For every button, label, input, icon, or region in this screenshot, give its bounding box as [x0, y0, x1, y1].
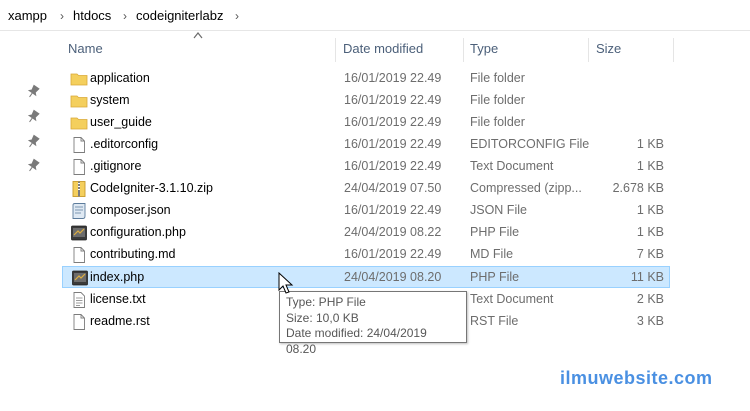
- breadcrumb-separator[interactable]: ›: [123, 9, 127, 23]
- file-date: 16/01/2019 22.49: [344, 247, 442, 261]
- breadcrumb-item-htdocs[interactable]: htdocs: [73, 8, 111, 23]
- file-type: Text Document: [470, 292, 554, 306]
- file-name: CodeIgniter-3.1.10.zip: [90, 181, 213, 195]
- file-date: 16/01/2019 22.49: [344, 137, 442, 151]
- file-name: .editorconfig: [90, 137, 159, 151]
- file-name: .gitignore: [90, 159, 142, 173]
- file-row[interactable]: .gitignore 16/01/2019 22.49 Text Documen…: [62, 156, 670, 178]
- php-icon: [72, 270, 88, 286]
- column-divider[interactable]: [463, 38, 464, 62]
- file-row[interactable]: composer.json 16/01/2019 22.49 JSON File…: [62, 200, 670, 222]
- file-date: 24/04/2019 08.20: [344, 270, 442, 284]
- file-type: File folder: [470, 93, 525, 107]
- watermark: ilmuwebsite.com: [560, 368, 713, 388]
- tooltip-date: Date modified: 24/04/2019 08.20: [286, 326, 427, 356]
- file-name: system: [90, 93, 130, 107]
- mouse-cursor-icon: [278, 272, 294, 294]
- pin-icon[interactable]: [24, 83, 42, 101]
- breadcrumb: xampp › htdocs › codeigniterlabz ›: [0, 0, 750, 31]
- file-size: 1 KB: [636, 203, 664, 217]
- file-row[interactable]: contributing.md 16/01/2019 22.49 MD File…: [62, 244, 670, 266]
- file-type: PHP File: [470, 225, 520, 239]
- breadcrumb-item-xampp[interactable]: xampp: [8, 8, 47, 23]
- file-row[interactable]: .editorconfig 16/01/2019 22.49 EDITORCON…: [62, 134, 670, 156]
- file-type: File folder: [470, 115, 525, 129]
- zip-icon: [72, 181, 86, 197]
- file-size: 1 KB: [636, 159, 664, 173]
- file-date: 16/01/2019 22.49: [344, 71, 442, 85]
- file-date: 16/01/2019 22.49: [344, 93, 442, 107]
- file-row[interactable]: configuration.php 24/04/2019 08.22 PHP F…: [62, 222, 670, 244]
- file-row[interactable]: system 16/01/2019 22.49 File folder: [62, 90, 670, 112]
- sort-ascending-icon[interactable]: [193, 31, 203, 39]
- file-row-selected[interactable]: index.php 24/04/2019 08.20 PHP File 11 K…: [62, 266, 670, 288]
- file-icon: [73, 314, 85, 330]
- column-divider[interactable]: [335, 38, 336, 62]
- column-header-size[interactable]: Size: [596, 35, 621, 63]
- text-file-icon: [73, 292, 85, 308]
- file-date: 24/04/2019 08.22: [344, 225, 442, 239]
- json-icon: [72, 203, 86, 219]
- file-type: Text Document: [470, 159, 554, 173]
- file-size: 7 KB: [636, 247, 664, 261]
- file-icon: [73, 247, 85, 263]
- column-divider[interactable]: [588, 38, 589, 62]
- tooltip-size: Size: 10,0 KB: [286, 310, 359, 325]
- file-name: license.txt: [90, 292, 146, 306]
- pin-icon[interactable]: [24, 133, 42, 151]
- tooltip-type: Type: PHP File: [286, 295, 366, 309]
- folder-icon: [70, 95, 88, 108]
- file-date: 16/01/2019 22.49: [344, 115, 442, 129]
- file-name: readme.rst: [90, 314, 150, 328]
- file-name: contributing.md: [90, 247, 176, 261]
- file-size: 2.678 KB: [612, 181, 664, 195]
- file-size: 1 KB: [636, 225, 664, 239]
- file-row[interactable]: CodeIgniter-3.1.10.zip 24/04/2019 07.50 …: [62, 178, 670, 200]
- file-info-tooltip: Type: PHP File Size: 10,0 KB Date modifi…: [279, 291, 467, 356]
- file-type: RST File: [470, 314, 519, 328]
- breadcrumb-item-codeigniterlabz[interactable]: codeigniterlabz: [136, 8, 223, 23]
- file-row[interactable]: application 16/01/2019 22.49 File folder: [62, 68, 670, 90]
- php-icon: [71, 225, 87, 241]
- folder-icon: [70, 73, 88, 86]
- file-name: composer.json: [90, 203, 171, 217]
- file-icon: [73, 137, 85, 153]
- file-size: 2 KB: [636, 292, 664, 306]
- file-type: Compressed (zipp...: [470, 181, 582, 195]
- file-size: 1 KB: [636, 137, 664, 151]
- column-divider[interactable]: [673, 38, 674, 62]
- folder-icon: [70, 117, 88, 130]
- file-name: configuration.php: [90, 225, 186, 239]
- file-date: 16/01/2019 22.49: [344, 203, 442, 217]
- pin-icon[interactable]: [24, 108, 42, 126]
- column-header-type[interactable]: Type: [470, 35, 498, 63]
- file-type: MD File: [470, 247, 514, 261]
- breadcrumb-separator[interactable]: ›: [235, 9, 239, 23]
- breadcrumb-separator[interactable]: ›: [60, 9, 64, 23]
- pin-icon[interactable]: [24, 157, 42, 175]
- file-date: 24/04/2019 07.50: [344, 181, 442, 195]
- file-name: application: [90, 71, 150, 85]
- file-icon: [73, 159, 85, 175]
- file-name: user_guide: [90, 115, 152, 129]
- file-size: 11 KB: [630, 270, 664, 284]
- file-type: PHP File: [470, 270, 520, 284]
- file-row[interactable]: user_guide 16/01/2019 22.49 File folder: [62, 112, 670, 134]
- file-type: File folder: [470, 71, 525, 85]
- file-type: JSON File: [470, 203, 527, 217]
- file-size: 3 KB: [636, 314, 664, 328]
- file-name: index.php: [90, 270, 145, 284]
- file-date: 16/01/2019 22.49: [344, 159, 442, 173]
- file-type: EDITORCONFIG File: [470, 137, 590, 151]
- column-header-date-modified[interactable]: Date modified: [343, 35, 423, 63]
- column-header-name[interactable]: Name: [68, 35, 103, 63]
